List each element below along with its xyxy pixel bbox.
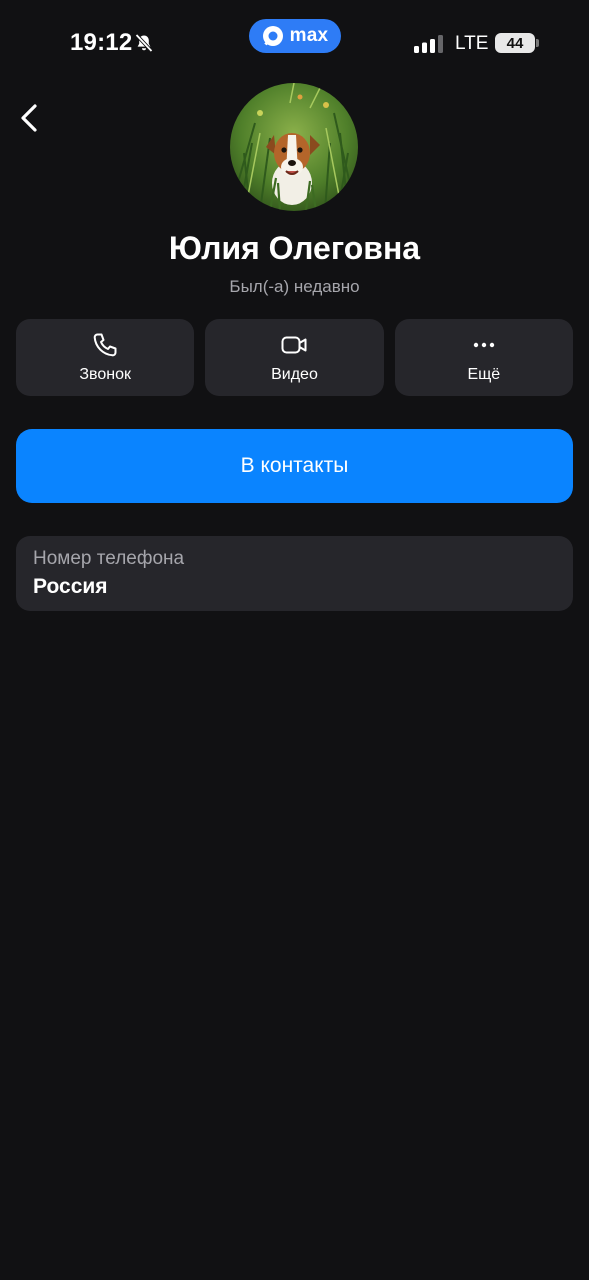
bell-off-icon [135, 33, 153, 53]
battery-indicator: 44 [495, 33, 535, 53]
signal-icon [414, 35, 443, 53]
max-logo-icon [262, 26, 283, 46]
network-type: LTE [455, 33, 489, 54]
app-badge-label: max [289, 25, 329, 46]
contact-name: Юлия Олеговна [168, 230, 421, 266]
battery-tip [536, 39, 539, 47]
battery-level: 44 [506, 34, 524, 52]
status-bar: 19:12 max LTE 44 [0, 0, 589, 86]
phone-info-card[interactable]: Номер телефона Россия [16, 536, 573, 611]
add-to-contacts-button[interactable]: В контакты [16, 429, 573, 503]
more-button-label: Ещё [467, 366, 501, 383]
video-button-label: Видео [271, 366, 318, 383]
more-button[interactable]: Ещё [394, 319, 573, 396]
status-time: 19:12 [70, 29, 133, 56]
back-chevron-icon[interactable] [16, 102, 42, 134]
more-icon [473, 342, 495, 348]
app-badge[interactable]: max [249, 19, 341, 53]
call-button-label: Звонок [79, 366, 131, 383]
phone-info-value: Россия [33, 575, 108, 598]
last-seen-status: Был(-а) недавно [229, 277, 360, 296]
avatar[interactable] [230, 83, 358, 211]
action-buttons: Звонок Видео Ещё [16, 319, 573, 396]
phone-icon [93, 333, 117, 357]
video-camera-icon [281, 336, 307, 354]
call-button[interactable]: Звонок [16, 319, 195, 396]
video-button[interactable]: Видео [205, 319, 384, 396]
phone-info-label: Номер телефона [33, 548, 185, 569]
